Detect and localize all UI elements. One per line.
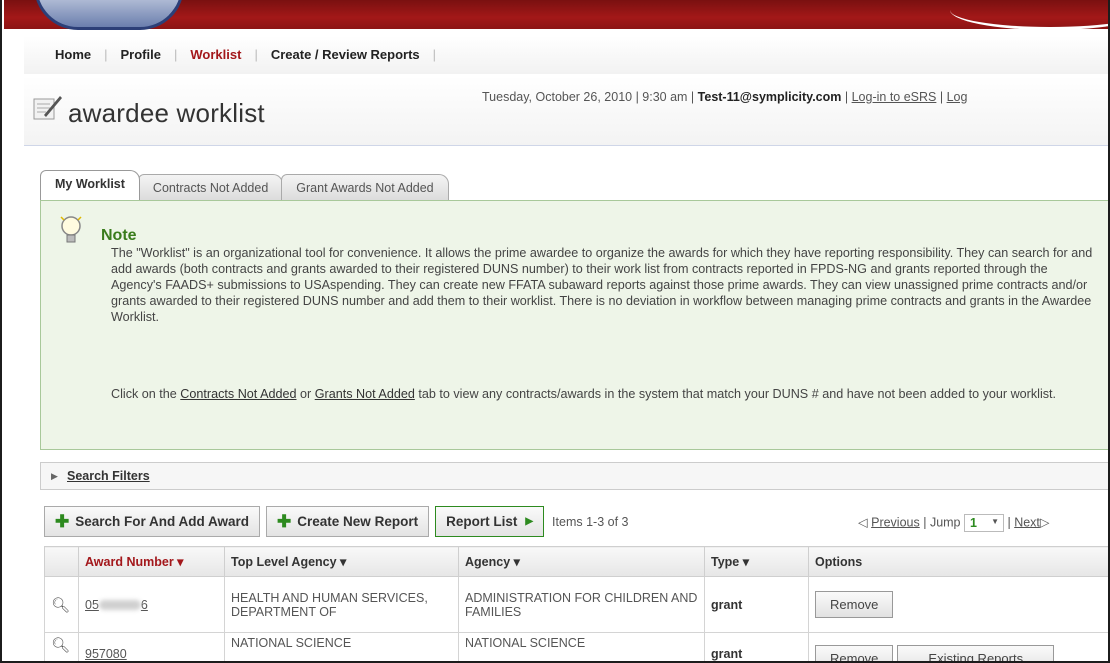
search-filters-label[interactable]: Search Filters [67, 469, 150, 483]
top-agency-cell: NATIONAL SCIENCE [224, 632, 459, 661]
plus-icon: ✚ [277, 511, 292, 531]
expand-triangle-icon[interactable]: ▶ [51, 471, 58, 482]
banner-swoosh [950, 0, 1108, 30]
user-info-line: Tuesday, October 26, 2010 | 9:30 am | Te… [482, 90, 967, 104]
action-toolbar: ✚ Search For And Add Award ✚ Create New Re… [44, 505, 628, 538]
select-column-header [44, 546, 79, 577]
tab-grant-awards-not-added[interactable]: Grant Awards Not Added [281, 174, 449, 200]
separator: | [1003, 515, 1015, 530]
date-time: Tuesday, October 26, 2010 | 9:30 am | [482, 90, 698, 104]
search-add-award-button[interactable]: ✚ Search For And Add Award [44, 506, 261, 537]
note-text: or [296, 387, 315, 401]
award-number-link[interactable]: 957080 [85, 647, 127, 661]
arrow-right-icon: ▶ [525, 516, 534, 527]
button-label: Create New Report [297, 514, 419, 529]
page-title: awardee worklist [68, 98, 265, 128]
worklist-tabs: My Worklist Contracts Not Added Grant Aw… [40, 170, 449, 200]
existing-reports-button[interactable]: Existing Reports [897, 645, 1055, 661]
logout-link[interactable]: Log [947, 90, 968, 104]
top-level-agency-header[interactable]: Top Level Agency ▾ [224, 546, 459, 577]
lightbulb-icon [60, 216, 82, 243]
magnifier-icon[interactable]: 🔍︎ [51, 637, 70, 654]
contracts-not-added-link[interactable]: Contracts Not Added [180, 387, 296, 401]
next-arrow-icon[interactable]: ▷ [1040, 515, 1050, 529]
worklist-pencil-icon [33, 96, 62, 120]
button-label: Report List [446, 514, 518, 529]
table-row: 🔍︎ 05 6 HEALTH AND HUMAN SERVICES, DEPART… [44, 576, 1108, 633]
award-number-end: 6 [140, 597, 148, 612]
seal-logo [34, 0, 184, 30]
nav-home[interactable]: Home [42, 47, 104, 62]
jump-select[interactable]: 1 ▼ [963, 514, 1004, 532]
award-number-link[interactable]: 05 6 [85, 598, 148, 612]
next-link[interactable]: Next [1014, 515, 1040, 529]
previous-link[interactable]: Previous [871, 515, 920, 529]
app-frame: Home | Profile | Worklist | Create / Rev… [0, 0, 1110, 663]
note-panel: Note The "Worklist" is an organizational… [40, 200, 1108, 450]
type-cell: grant [704, 632, 809, 661]
report-list-button[interactable]: Report List ▶ [435, 506, 545, 537]
agency-cell: NATIONAL SCIENCE [458, 632, 705, 661]
top-agency-cell: HEALTH AND HUMAN SERVICES, DEPARTMENT OF [224, 576, 459, 633]
pagination: ◁ Previous | Jump 1 ▼ | Next▷ [858, 514, 1050, 532]
main-nav: Home | Profile | Worklist | Create / Rev… [24, 36, 1108, 74]
note-text: tab to view any contracts/awards in the … [414, 387, 1057, 401]
nav-profile[interactable]: Profile [108, 47, 174, 62]
note-paragraph: The "Worklist" is an organizational tool… [111, 246, 1093, 324]
table-row: 🔍︎ 957080 NATIONAL SCIENCE NATIONAL SCIE… [44, 632, 1108, 661]
redacted-text [98, 600, 141, 611]
award-number-header[interactable]: Award Number ▾ [78, 546, 225, 577]
award-number-start: 05 [85, 597, 99, 612]
user-email: Test-11@symplicity.com [697, 90, 842, 104]
remove-button[interactable]: Remove [815, 645, 894, 661]
previous-arrow-icon[interactable]: ◁ [858, 515, 868, 529]
create-new-report-button[interactable]: ✚ Create New Report [266, 506, 430, 537]
note-heading: Note [101, 227, 137, 244]
note-text: Click on the [111, 387, 181, 401]
options-header: Options [808, 546, 1108, 577]
magnifier-icon[interactable]: 🔍︎ [51, 597, 70, 614]
grants-not-added-link[interactable]: Grants Not Added [315, 387, 415, 401]
jump-label: | Jump [919, 515, 964, 530]
nav-worklist[interactable]: Worklist [177, 47, 254, 62]
separator: | [841, 90, 852, 104]
site-banner [4, 0, 1108, 32]
search-filters-bar[interactable]: ▶ Search Filters [40, 462, 1108, 490]
type-cell: grant [704, 576, 809, 633]
separator: | [936, 90, 947, 104]
remove-button[interactable]: Remove [815, 591, 894, 618]
note-paragraph-links: Click on the Contracts Not Added or Gran… [111, 386, 1101, 402]
nav-separator: | [432, 47, 437, 62]
login-esrs-link[interactable]: Log-in to eSRS [852, 90, 937, 104]
awards-table: Award Number ▾ Top Level Agency ▾ Agency… [44, 546, 1108, 661]
agency-header[interactable]: Agency ▾ [458, 546, 705, 577]
tab-contracts-not-added[interactable]: Contracts Not Added [137, 174, 284, 200]
type-header[interactable]: Type ▾ [704, 546, 809, 577]
jump-value: 1 [969, 516, 977, 530]
page-header: awardee worklist Tuesday, October 26, 20… [24, 76, 1108, 146]
tab-my-worklist[interactable]: My Worklist [40, 170, 140, 200]
chevron-down-icon: ▼ [991, 517, 999, 526]
button-label: Search For And Add Award [75, 514, 250, 529]
items-count: Items 1-3 of 3 [552, 514, 629, 529]
agency-cell: ADMINISTRATION FOR CHILDREN AND FAMILIES [458, 576, 705, 633]
plus-icon: ✚ [55, 511, 70, 531]
nav-create-review-reports[interactable]: Create / Review Reports [258, 47, 433, 62]
